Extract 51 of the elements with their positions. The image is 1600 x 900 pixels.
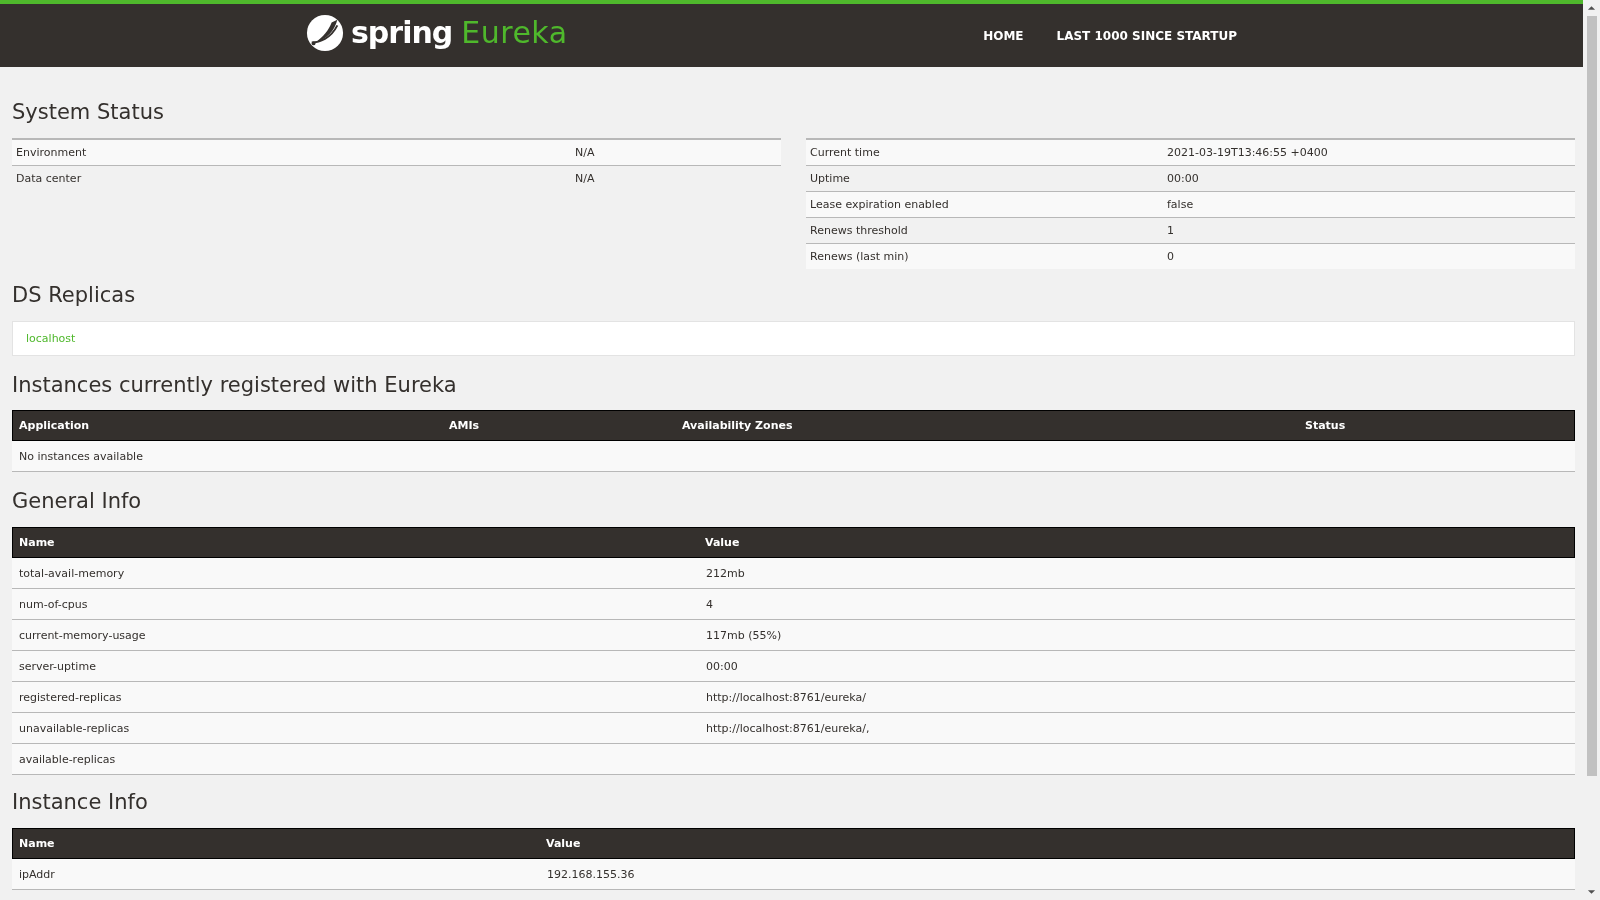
column-header: Value — [545, 837, 581, 850]
brand-name: spring — [351, 15, 453, 50]
table-cell-text: N/A — [574, 146, 595, 159]
section-heading: Instance Info — [12, 789, 149, 816]
column-header: Application — [18, 419, 91, 432]
scroll-up-arrow-icon[interactable] — [1587, 5, 1596, 11]
table-cell-text: ipAddr — [18, 867, 56, 881]
table-cell-text: num-of-cpus — [18, 597, 89, 611]
table-cell-text: server-uptime — [18, 659, 97, 673]
table-cell-text: 117mb (55%) — [705, 628, 782, 642]
column-header: Value — [704, 536, 740, 549]
table-cell-text: current-memory-usage — [18, 628, 147, 642]
table-cell-text: total-avail-memory — [18, 566, 126, 580]
table-cell-text: 00:00 — [1166, 172, 1199, 185]
product-name: Eureka — [461, 15, 568, 50]
leaf-logo-icon — [306, 13, 344, 52]
table-cell-text: Current time — [809, 146, 881, 159]
table-cell-text: Renews (last min) — [809, 250, 910, 263]
column-header: Name — [18, 837, 56, 850]
scroll-down-arrow-icon[interactable] — [1587, 889, 1596, 895]
table-cell-text: Environment — [15, 146, 88, 159]
table-cell-text: 4 — [705, 597, 713, 611]
scrollbar-thumb[interactable] — [1586, 16, 1597, 776]
section-heading: System Status — [12, 99, 165, 126]
column-header: Availability Zones — [681, 419, 794, 432]
table-cell-text: false — [1166, 198, 1194, 211]
section-heading: Instances currently registered with Eureka — [12, 372, 458, 399]
column-header: Name — [18, 536, 56, 549]
table-cell-text: Uptime — [809, 172, 851, 185]
table-cell-text: Data center — [15, 172, 83, 185]
table-cell-text: http://localhost:8761/eureka/ — [705, 690, 866, 704]
table-cell-text: N/A — [574, 172, 595, 185]
nav-link[interactable]: HOME — [983, 28, 1024, 43]
table-cell-text: 00:00 — [705, 659, 738, 673]
column-header: AMIs — [448, 419, 481, 432]
table-cell-text: http://localhost:8761/eureka/, — [705, 721, 870, 735]
section-heading: DS Replicas — [12, 282, 137, 309]
table-cell-text: unavailable-replicas — [18, 721, 131, 735]
table-cell-text: 212mb — [705, 566, 745, 580]
section-heading: General Info — [12, 488, 143, 515]
nav-link[interactable]: LAST 1000 SINCE STARTUP — [1056, 28, 1237, 43]
table-cell-text: 1 — [1166, 224, 1174, 237]
table-cell-text: 0 — [1166, 250, 1174, 263]
table-cell-text: Renews threshold — [809, 224, 909, 237]
column-header: Status — [1304, 419, 1346, 432]
table-cell-text: Lease expiration enabled — [809, 198, 950, 211]
empty-message: No instances available — [18, 449, 143, 463]
table-cell-text: registered-replicas — [18, 690, 123, 704]
table-cell-text: 192.168.155.36 — [546, 867, 635, 881]
table-cell-text: available-replicas — [18, 752, 117, 766]
table-cell-text: 2021-03-19T13:46:55 +0400 — [1166, 146, 1328, 159]
